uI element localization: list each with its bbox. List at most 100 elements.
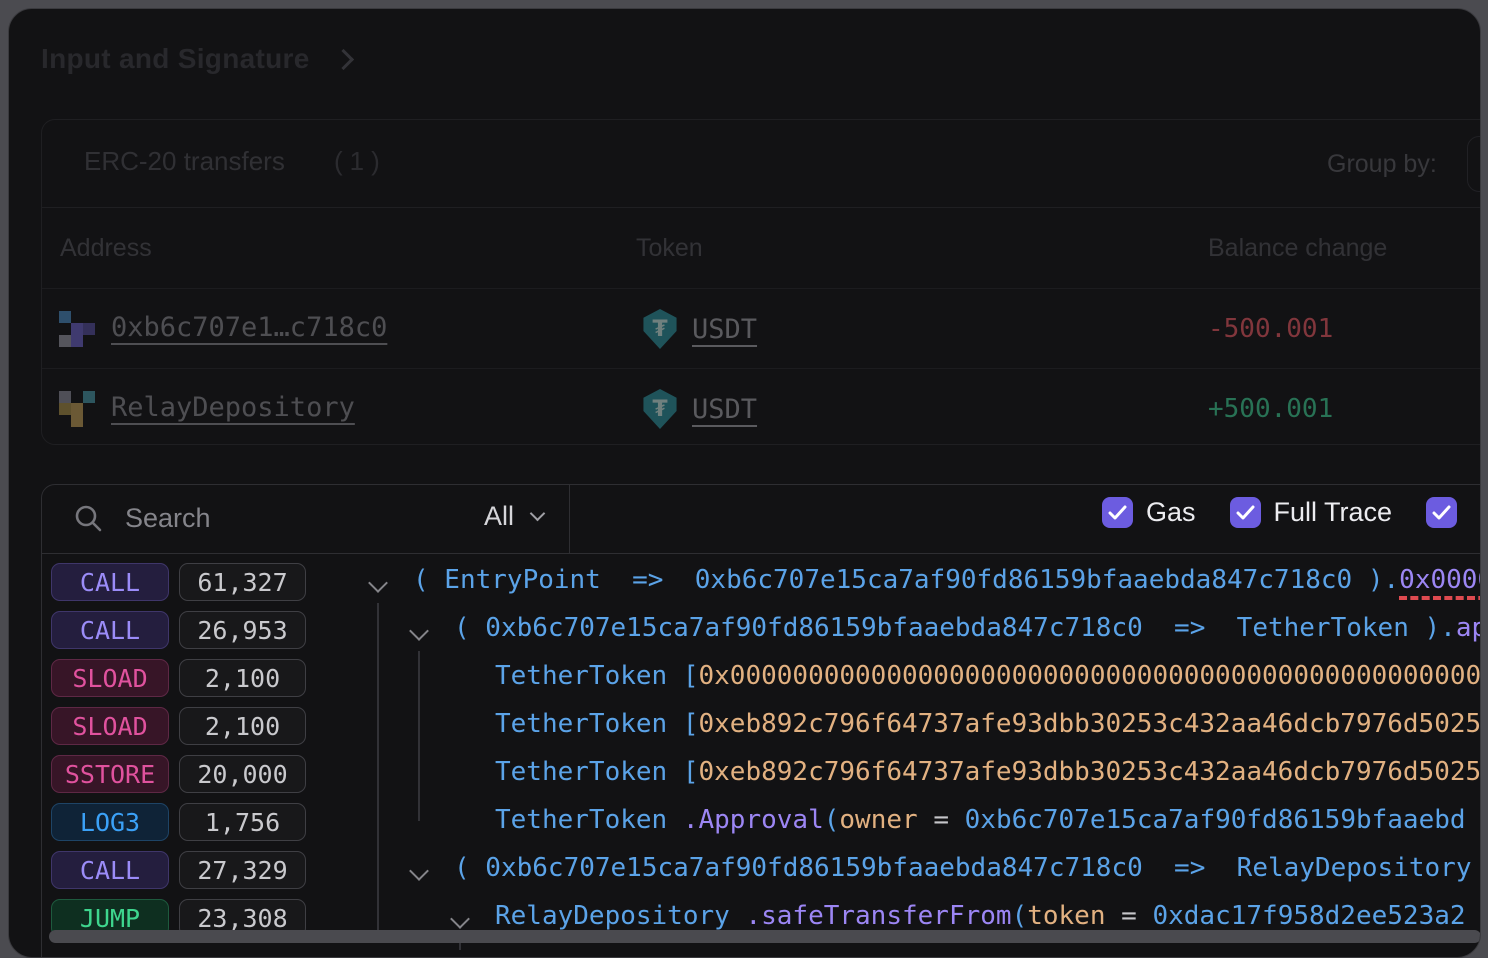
code-segment-purple: app — [1455, 613, 1480, 643]
trace-code-line[interactable]: ( 0xb6c707e15ca7af90fd86159bfaaebda847c7… — [454, 613, 1480, 643]
code-segment-purple: .Approval — [682, 805, 824, 835]
trace-code-line[interactable]: TetherToken .Approval(owner = 0xb6c707e1… — [495, 805, 1466, 835]
trace-row: SLOAD 2,100 TetherToken [0x000000000000000… — [9, 654, 1480, 702]
trace-code-line[interactable]: TetherToken [0xeb892c796f64737afe93dbb30… — [495, 709, 1481, 739]
trace-row: LOG3 1,756 TetherToken .Approval(owner = 0… — [9, 798, 1480, 846]
transfer-count: (1) — [334, 146, 387, 176]
code-segment-blue: ( 0xb6c707e15ca7af90fd86159bfaaebda847c7… — [454, 613, 1456, 643]
gas-value: 2,100 — [179, 707, 306, 745]
balance-change-value: +500.001 — [1208, 394, 1334, 424]
tree-guide-line — [377, 603, 379, 942]
transfers-table-header: Address Token Balance change — [42, 208, 1480, 289]
opcode-badge-sload: SLOAD — [51, 659, 169, 697]
checkbox-label: Gas — [1146, 497, 1196, 527]
checkbox-box[interactable] — [1426, 497, 1458, 528]
trace-code-line[interactable]: ( 0xb6c707e15ca7af90fd86159bfaaebda847c7… — [454, 853, 1481, 883]
column-header-balance-change: Balance change — [1208, 234, 1388, 262]
checkbox-label: Full Trace — [1273, 497, 1393, 527]
opcode-badge-call: CALL — [51, 611, 169, 649]
gas-value: 26,953 — [179, 611, 306, 649]
chevron-right-icon — [332, 48, 354, 70]
checkbox-gas[interactable]: Gas — [1102, 497, 1196, 528]
trace-code-line[interactable]: ( EntryPoint => 0xb6c707e15ca7af90fd8615… — [413, 565, 1480, 600]
expand-chevron-icon[interactable] — [450, 909, 470, 929]
code-segment-blue: TetherToken [ — [495, 709, 699, 739]
transfer-row: RelayDepository ₮ USDT +500.001 — [42, 368, 1480, 448]
trace-row: SLOAD 2,100 TetherToken [0xeb892c796f64737… — [9, 702, 1480, 750]
trace-code-line[interactable]: RelayDepository .safeTransferFrom(token … — [495, 901, 1466, 931]
opcode-badge-call: CALL — [51, 851, 169, 889]
panel-title: ERC-20 transfers — [84, 146, 285, 176]
gas-value: 1,756 — [179, 803, 306, 841]
trace-code-line[interactable]: TetherToken [0x0000000000000000000000000… — [495, 661, 1481, 691]
expand-chevron-icon[interactable] — [409, 861, 429, 881]
code-segment-blue: RelayDepository — [495, 901, 746, 931]
group-by-dropdown[interactable] — [1467, 136, 1480, 192]
trace-code-line[interactable]: TetherToken [0xeb892c796f64737afe93dbb30… — [495, 757, 1481, 787]
horizontal-scrollbar-thumb[interactable] — [49, 930, 1480, 943]
toolbar-divider — [569, 484, 570, 553]
code-segment-plain: = — [1105, 901, 1153, 931]
gas-value: 61,327 — [179, 563, 306, 601]
checkbox-box[interactable] — [1229, 497, 1261, 528]
chevron-down-icon — [529, 505, 546, 522]
gas-value: 2,100 — [179, 659, 306, 697]
address-identicon — [59, 311, 95, 347]
erc20-transfers-header: ERC-20 transfers (1) Group by: — [42, 120, 1480, 208]
address-link[interactable]: RelayDepository — [111, 392, 355, 423]
search-scope-dropdown[interactable]: All — [484, 501, 546, 532]
opcode-badge-call: CALL — [51, 563, 169, 601]
trace-row: CALL 27,329 ( 0xb6c707e15ca7af90fd86159bfa… — [9, 846, 1480, 894]
trace-tree: CALL 61,327 ( EntryPoint => 0xb6c707e15ca7… — [9, 558, 1480, 950]
address-link[interactable]: 0xb6c707e1…c718c0 — [111, 312, 387, 343]
search-input[interactable] — [123, 492, 457, 544]
balance-change-value: -500.001 — [1208, 314, 1334, 344]
code-segment-orange: token — [1027, 901, 1106, 931]
checkbox-clipped[interactable] — [1426, 497, 1458, 528]
code-segment-blue: ( — [823, 805, 840, 835]
code-segment-selector: 0x00000 — [1399, 565, 1480, 600]
transfer-row: 0xb6c707e1…c718c0 ₮ USDT -500.001 — [42, 289, 1480, 368]
address-identicon — [59, 391, 95, 427]
gas-value: 20,000 — [179, 755, 306, 793]
erc20-transfers-panel: ERC-20 transfers (1) Group by: Address T… — [41, 119, 1480, 448]
app-window: Input and Signature ERC-20 transfers (1)… — [8, 8, 1481, 958]
code-segment-blue: ( 0xb6c707e15ca7af90fd86159bfaaebda847c7… — [454, 853, 1481, 883]
checkbox-full-trace[interactable]: Full Trace — [1229, 497, 1393, 528]
token-link[interactable]: USDT — [692, 314, 757, 345]
usdt-token-icon: ₮ — [643, 309, 677, 349]
column-header-token: Token — [636, 234, 703, 262]
code-segment-blue: TetherToken — [495, 805, 683, 835]
usdt-token-icon: ₮ — [643, 389, 677, 429]
code-segment-orange: owner — [839, 805, 918, 835]
breadcrumb-input-and-signature[interactable]: Input and Signature — [41, 43, 354, 75]
code-segment-plain: = — [917, 805, 965, 835]
code-segment-blue: 0xdac17f958d2ee523a2 — [1152, 901, 1466, 931]
expand-chevron-icon[interactable] — [368, 573, 388, 593]
group-by-label: Group by: — [1327, 150, 1437, 178]
code-segment-orange: 0xeb892c796f64737afe93dbb30253c432aa46dc… — [698, 709, 1481, 739]
code-segment-blue: 0xb6c707e15ca7af90fd86159bfaaebd — [964, 805, 1466, 835]
trace-row: CALL 26,953 ( 0xb6c707e15ca7af90fd86159bfa… — [9, 606, 1480, 654]
search-icon — [75, 505, 102, 532]
breadcrumb-label: Input and Signature — [41, 43, 310, 74]
trace-row: CALL 61,327 ( EntryPoint => 0xb6c707e15ca7… — [9, 558, 1480, 606]
column-header-address: Address — [60, 234, 152, 262]
token-link[interactable]: USDT — [692, 394, 757, 425]
code-segment-blue: TetherToken [ — [495, 661, 699, 691]
search-scope-value: All — [484, 501, 515, 531]
tree-guide-line — [418, 651, 420, 821]
trace-toolbar: All Gas Full Trace — [41, 484, 1480, 554]
checkbox-box[interactable] — [1102, 497, 1133, 528]
token-cell: ₮ USDT — [642, 309, 757, 349]
opcode-badge-log3: LOG3 — [51, 803, 169, 841]
gas-value: 27,329 — [179, 851, 306, 889]
opcode-badge-sstore: SSTORE — [51, 755, 169, 793]
code-segment-orange: 0xeb892c796f64737afe93dbb30253c432aa46dc… — [698, 757, 1481, 787]
code-segment-blue: ( EntryPoint => 0xb6c707e15ca7af90fd8615… — [413, 565, 1400, 595]
code-segment-purple: .safeTransferFrom — [745, 901, 1012, 931]
expand-chevron-icon[interactable] — [409, 621, 429, 641]
token-cell: ₮ USDT — [642, 389, 757, 429]
code-segment-orange: 0x00000000000000000000000000000000000000… — [698, 661, 1481, 691]
trace-row: SSTORE 20,000 TetherToken [0xeb892c796f647… — [9, 750, 1480, 798]
